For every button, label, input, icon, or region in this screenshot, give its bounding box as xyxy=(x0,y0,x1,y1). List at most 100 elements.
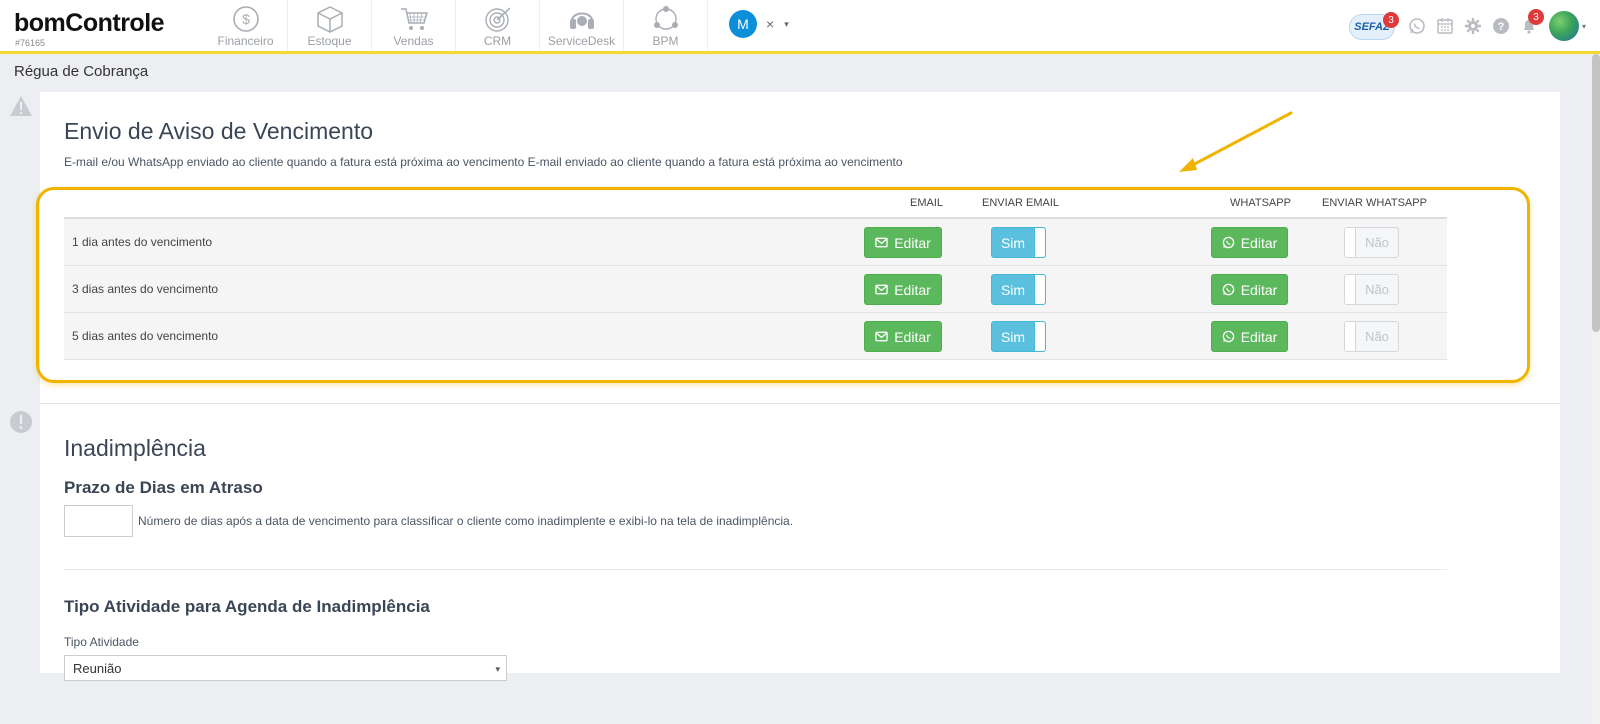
section-title-aviso: Envio de Aviso de Vencimento xyxy=(64,118,374,144)
module-label: Vendas xyxy=(393,34,434,48)
process-icon xyxy=(653,6,678,30)
module-financeiro[interactable]: $ Financeiro xyxy=(204,0,288,51)
header-tools: SEFAZ 3 ? 3 ▾ xyxy=(1348,7,1586,45)
edit-whatsapp-button[interactable]: Editar xyxy=(1211,274,1288,305)
svg-text:?: ? xyxy=(1498,21,1505,33)
close-icon[interactable]: × xyxy=(766,16,774,32)
envelope-icon xyxy=(875,237,888,248)
send-whatsapp-toggle[interactable]: Não xyxy=(1344,227,1399,258)
module-bpm[interactable]: BPM xyxy=(624,0,708,51)
warning-icon xyxy=(10,96,32,116)
subsection-title-prazo: Prazo de Dias em Atraso xyxy=(64,478,263,497)
whatsapp-tool[interactable] xyxy=(1406,15,1428,37)
days-overdue-help: Número de dias após a data de vencimento… xyxy=(138,514,794,528)
select-value: Reunião xyxy=(73,660,122,676)
row-label: 3 dias antes do vencimento xyxy=(72,282,219,296)
chevron-down-icon: ▾ xyxy=(495,664,500,674)
send-email-toggle[interactable]: Sim xyxy=(991,274,1046,305)
toggle-label: Não xyxy=(1365,329,1389,344)
sefaz-badge: 3 xyxy=(1382,12,1399,28)
toggle-label: Sim xyxy=(1000,281,1026,298)
chevron-down-icon[interactable]: ▾ xyxy=(784,19,789,30)
page-title: Régua de Cobrança xyxy=(14,63,149,80)
reminder-table: EMAIL ENVIAR EMAIL WHATSAPP ENVIAR WHATS… xyxy=(64,190,1447,360)
brand-logo[interactable]: bomControle #76165 xyxy=(14,9,165,48)
settings-tool[interactable] xyxy=(1462,15,1484,37)
module-servicedesk[interactable]: ServiceDesk xyxy=(540,0,624,51)
whatsapp-icon xyxy=(1222,283,1234,296)
toggle-knob xyxy=(1345,322,1356,351)
notifications-badge: 3 xyxy=(1527,9,1544,25)
button-label: Editar xyxy=(1240,281,1278,298)
column-header-send-whatsapp: ENVIAR WHATSAPP xyxy=(1322,197,1427,209)
toggle-knob xyxy=(1034,228,1045,257)
section-description-aviso: E-mail e/ou WhatsApp enviado ao cliente … xyxy=(64,155,903,169)
gear-icon xyxy=(1464,18,1481,34)
send-whatsapp-toggle[interactable]: Não xyxy=(1344,274,1399,305)
chevron-down-icon[interactable]: ▾ xyxy=(1582,22,1586,31)
subsection-title-tipo-atividade: Tipo Atividade para Agenda de Inadimplên… xyxy=(64,597,430,616)
column-header-whatsapp: WHATSAPP xyxy=(1230,197,1291,209)
calendar-tool[interactable] xyxy=(1434,15,1456,37)
module-vendas[interactable]: Vendas xyxy=(372,0,456,51)
toggle-label: Sim xyxy=(1000,328,1026,345)
help-tool[interactable]: ? xyxy=(1490,15,1512,37)
user-initial-avatar[interactable]: M xyxy=(729,10,757,38)
user-avatar[interactable] xyxy=(1548,11,1579,41)
button-label: Editar xyxy=(1240,234,1278,251)
toggle-label: Não xyxy=(1365,235,1389,250)
table-row: 3 dias antes do vencimento Editar Sim Ed… xyxy=(64,266,1447,313)
send-whatsapp-toggle[interactable]: Não xyxy=(1344,321,1399,352)
notifications-tool[interactable]: 3 xyxy=(1518,9,1544,37)
module-label: Estoque xyxy=(307,34,352,48)
toggle-knob xyxy=(1345,228,1356,257)
edit-whatsapp-button[interactable]: Editar xyxy=(1211,321,1288,352)
column-header-send-email: ENVIAR EMAIL xyxy=(982,197,1060,209)
scrollbar-thumb[interactable] xyxy=(1592,54,1600,332)
toggle-knob xyxy=(1034,275,1045,304)
dollar-coin-icon: $ xyxy=(232,6,259,32)
button-label: Editar xyxy=(1240,328,1278,345)
edit-email-button[interactable]: Editar xyxy=(864,227,942,258)
user-chip[interactable]: M × ▾ xyxy=(729,10,789,38)
days-overdue-input[interactable] xyxy=(64,505,133,537)
help-icon: ? xyxy=(1492,18,1509,34)
content-panel: Envio de Aviso de Vencimento E-mail e/ou… xyxy=(36,92,1560,681)
svg-text:$: $ xyxy=(242,11,250,27)
box-icon xyxy=(316,6,343,33)
module-label: Financeiro xyxy=(217,34,274,48)
account-id: #76165 xyxy=(15,38,46,48)
table-row: 5 dias antes do vencimento Editar Sim Ed… xyxy=(64,313,1447,360)
envelope-icon xyxy=(875,284,888,295)
top-navbar: bomControle #76165 $ Financeiro Estoque … xyxy=(0,0,1600,54)
module-label: CRM xyxy=(483,34,512,48)
row-label: 1 dia antes do vencimento xyxy=(72,235,213,249)
tipo-atividade-select[interactable]: Reunião ▾ xyxy=(64,655,507,681)
button-label: Editar xyxy=(894,281,931,298)
table-header: EMAIL ENVIAR EMAIL WHATSAPP ENVIAR WHATS… xyxy=(64,190,1447,219)
tipo-atividade-label: Tipo Atividade xyxy=(64,635,139,649)
toggle-label: Sim xyxy=(1000,234,1026,251)
calendar-icon xyxy=(1437,18,1453,34)
whatsapp-icon xyxy=(1222,236,1234,249)
edit-whatsapp-button[interactable]: Editar xyxy=(1211,227,1288,258)
module-label: BPM xyxy=(652,34,679,48)
section-divider xyxy=(64,569,1447,570)
sefaz-button[interactable]: SEFAZ 3 xyxy=(1348,10,1399,42)
row-label: 5 dias antes do vencimento xyxy=(72,329,219,343)
module-estoque[interactable]: Estoque xyxy=(288,0,372,51)
send-email-toggle[interactable]: Sim xyxy=(991,227,1046,258)
headset-icon xyxy=(569,12,594,29)
edit-email-button[interactable]: Editar xyxy=(864,274,942,305)
button-label: Editar xyxy=(894,234,931,251)
section-divider xyxy=(40,403,1560,404)
send-email-toggle[interactable]: Sim xyxy=(991,321,1046,352)
column-header-email: EMAIL xyxy=(910,197,944,209)
toggle-knob xyxy=(1034,322,1045,351)
exclamation-circle-icon xyxy=(10,411,32,433)
module-crm[interactable]: CRM xyxy=(456,0,540,51)
whatsapp-icon xyxy=(1409,18,1425,34)
cart-icon xyxy=(400,8,428,30)
edit-email-button[interactable]: Editar xyxy=(864,321,942,352)
section-title-inadimplencia: Inadimplência xyxy=(64,435,206,461)
